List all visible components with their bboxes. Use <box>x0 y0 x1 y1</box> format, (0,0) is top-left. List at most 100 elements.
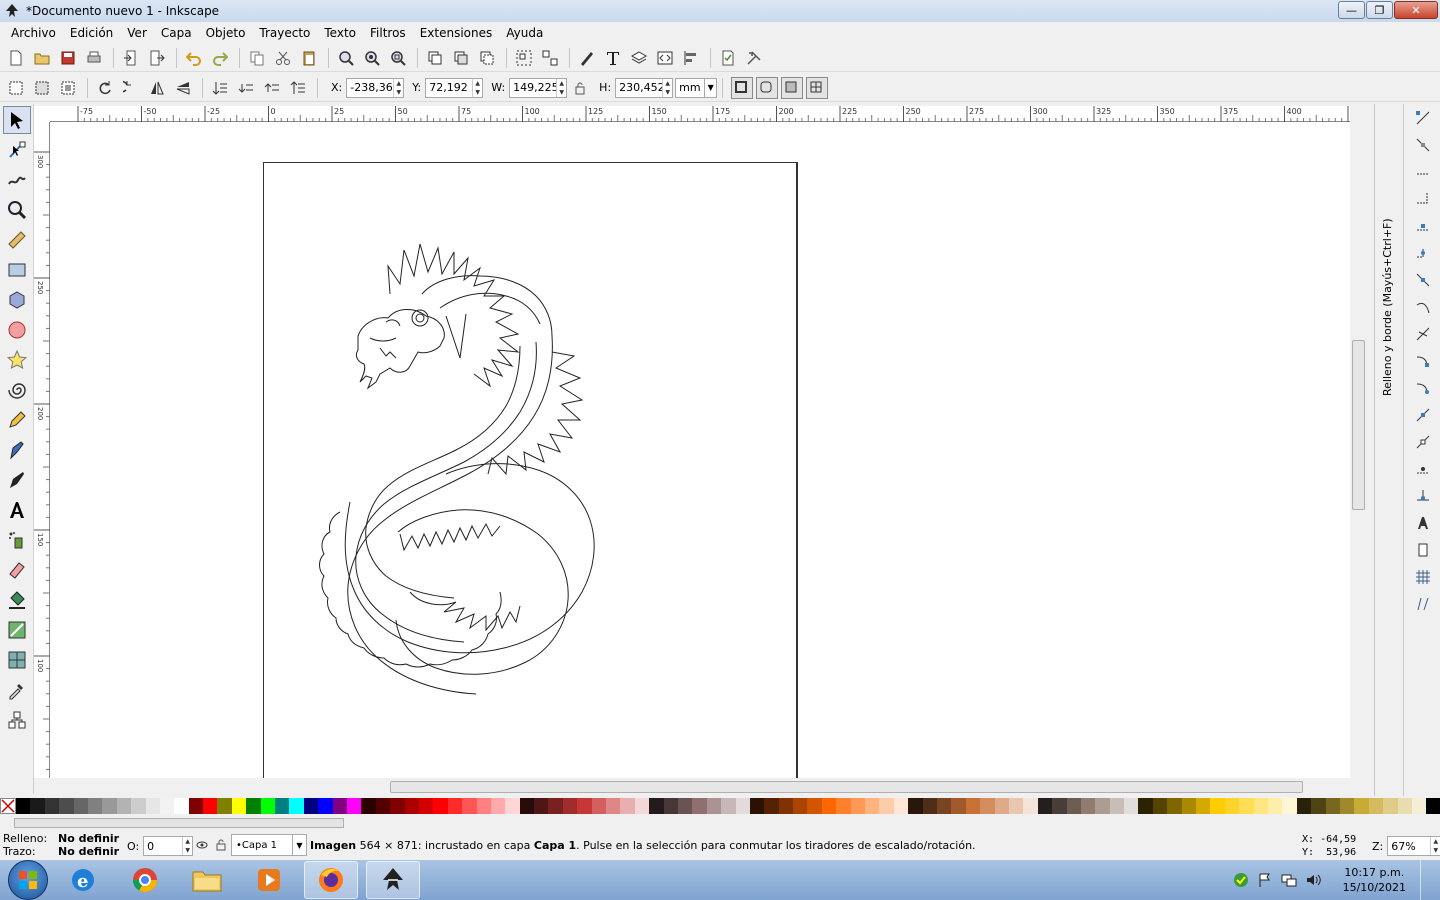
w-spin-arrows[interactable]: ▲ ▼ <box>556 78 566 97</box>
color-swatch[interactable] <box>562 798 578 814</box>
lock-proportions-button[interactable] <box>571 76 589 100</box>
color-swatch[interactable] <box>1167 798 1182 814</box>
snap-enable-button[interactable] <box>1411 106 1435 130</box>
color-swatch[interactable] <box>289 798 304 814</box>
color-swatch[interactable] <box>1181 798 1197 814</box>
minimize-button[interactable]: — <box>1338 1 1365 19</box>
flip-vertical-button[interactable] <box>171 76 195 100</box>
snap-cusp-nodes-button[interactable] <box>1411 349 1435 373</box>
undo-button[interactable] <box>182 46 206 70</box>
color-swatch[interactable] <box>793 798 808 814</box>
color-swatch[interactable] <box>735 798 750 814</box>
lower-to-bottom-button[interactable] <box>208 76 232 100</box>
color-swatch[interactable] <box>462 798 477 814</box>
fill-stroke-values[interactable]: No definir No definir <box>58 832 119 858</box>
taskbar-firefox[interactable] <box>304 861 358 899</box>
fill-value[interactable]: No definir <box>58 832 119 845</box>
open-button[interactable] <box>30 46 54 70</box>
color-swatch[interactable] <box>577 798 592 814</box>
layer-visibility-icon[interactable] <box>196 840 208 850</box>
color-swatch[interactable] <box>1267 798 1283 814</box>
zoom-page-button[interactable] <box>386 46 410 70</box>
color-swatch[interactable] <box>217 798 232 814</box>
unlink-clone-button[interactable] <box>475 46 499 70</box>
color-swatch[interactable] <box>1008 798 1024 814</box>
no-paint-swatch[interactable] <box>0 798 16 814</box>
palette-scroll-thumb[interactable] <box>14 818 344 828</box>
color-swatch[interactable] <box>1368 798 1384 814</box>
rotate-cw-button[interactable] <box>119 76 143 100</box>
color-swatch[interactable] <box>361 798 376 814</box>
snap-bbox-corners-button[interactable] <box>1411 187 1435 211</box>
color-swatch[interactable] <box>131 798 146 814</box>
menu-extensiones[interactable]: Extensiones <box>413 26 500 40</box>
color-swatch[interactable] <box>231 798 247 814</box>
w-input[interactable] <box>510 78 557 97</box>
color-swatch[interactable] <box>764 798 779 814</box>
color-swatch[interactable] <box>1080 798 1096 814</box>
paste-button[interactable] <box>297 46 321 70</box>
snap-rotation-centers-button[interactable] <box>1411 457 1435 481</box>
color-swatch[interactable] <box>490 798 506 814</box>
color-swatch[interactable] <box>59 798 74 814</box>
color-swatch[interactable] <box>879 798 894 814</box>
snap-smooth-nodes-button[interactable] <box>1411 376 1435 400</box>
rotate-ccw-button[interactable] <box>93 76 117 100</box>
snap-guides-button[interactable] <box>1411 592 1435 616</box>
color-swatch[interactable] <box>937 798 952 814</box>
y-field[interactable]: ▲▼ <box>425 77 484 98</box>
layers-button[interactable] <box>627 46 651 70</box>
measure-tool[interactable] <box>3 226 31 254</box>
color-swatch[interactable] <box>246 798 261 814</box>
color-swatch[interactable] <box>1109 798 1125 814</box>
color-swatch[interactable] <box>1253 798 1268 814</box>
color-swatch[interactable] <box>922 798 937 814</box>
menu-capa[interactable]: Capa <box>154 26 199 40</box>
color-swatch[interactable] <box>1037 798 1053 814</box>
color-swatch[interactable] <box>44 798 60 814</box>
color-swatch[interactable] <box>1383 798 1398 814</box>
xml-editor-button[interactable] <box>653 46 677 70</box>
color-swatch[interactable] <box>692 798 707 814</box>
color-swatch[interactable] <box>1152 798 1168 814</box>
color-swatch[interactable] <box>1095 798 1110 814</box>
stroke-value[interactable]: No definir <box>58 845 119 858</box>
color-swatch[interactable] <box>994 798 1009 814</box>
color-swatch[interactable] <box>1224 798 1240 814</box>
start-button[interactable] <box>8 860 48 900</box>
color-swatch[interactable] <box>908 798 923 814</box>
color-swatch[interactable] <box>821 798 837 814</box>
color-swatch[interactable] <box>749 798 765 814</box>
text-tool[interactable] <box>3 496 31 524</box>
color-swatch[interactable] <box>159 798 175 814</box>
snap-bbox-edges-button[interactable] <box>1411 160 1435 184</box>
color-swatch[interactable] <box>260 798 276 814</box>
color-swatch[interactable] <box>1411 798 1427 814</box>
color-swatch[interactable] <box>188 798 204 814</box>
color-swatch[interactable] <box>404 798 419 814</box>
unit-dropdown[interactable]: mm ▼ <box>675 77 718 98</box>
color-swatch[interactable] <box>649 798 664 814</box>
horizontal-scrollbar[interactable] <box>50 778 1366 796</box>
redo-button[interactable] <box>208 46 232 70</box>
maximize-button[interactable]: ❐ <box>1366 1 1393 19</box>
color-swatch[interactable] <box>375 798 391 814</box>
snap-page-border-button[interactable] <box>1411 538 1435 562</box>
current-layer-dropdown[interactable]: •Capa 1 ▼ <box>231 834 307 856</box>
color-swatch[interactable] <box>1210 798 1225 814</box>
color-swatch[interactable] <box>505 798 520 814</box>
horizontal-scroll-thumb[interactable] <box>390 781 1303 793</box>
color-swatch[interactable] <box>390 798 405 814</box>
transform-gradients-toggle[interactable] <box>781 76 804 99</box>
zoom-input[interactable] <box>1388 837 1431 855</box>
color-swatch[interactable] <box>706 798 722 814</box>
color-swatch[interactable] <box>519 798 535 814</box>
color-swatch[interactable] <box>980 798 995 814</box>
taskbar-inkscape[interactable] <box>366 861 420 899</box>
color-swatch[interactable] <box>174 798 189 814</box>
color-swatch[interactable] <box>1138 798 1153 814</box>
snap-text-anchor-button[interactable] <box>1411 511 1435 535</box>
horizontal-ruler[interactable]: -75 -50 -25 0 25 50 75 100 125 150 175 200 225 250 275… <box>50 106 1406 122</box>
color-swatch[interactable] <box>850 798 866 814</box>
color-swatch[interactable] <box>332 798 347 814</box>
